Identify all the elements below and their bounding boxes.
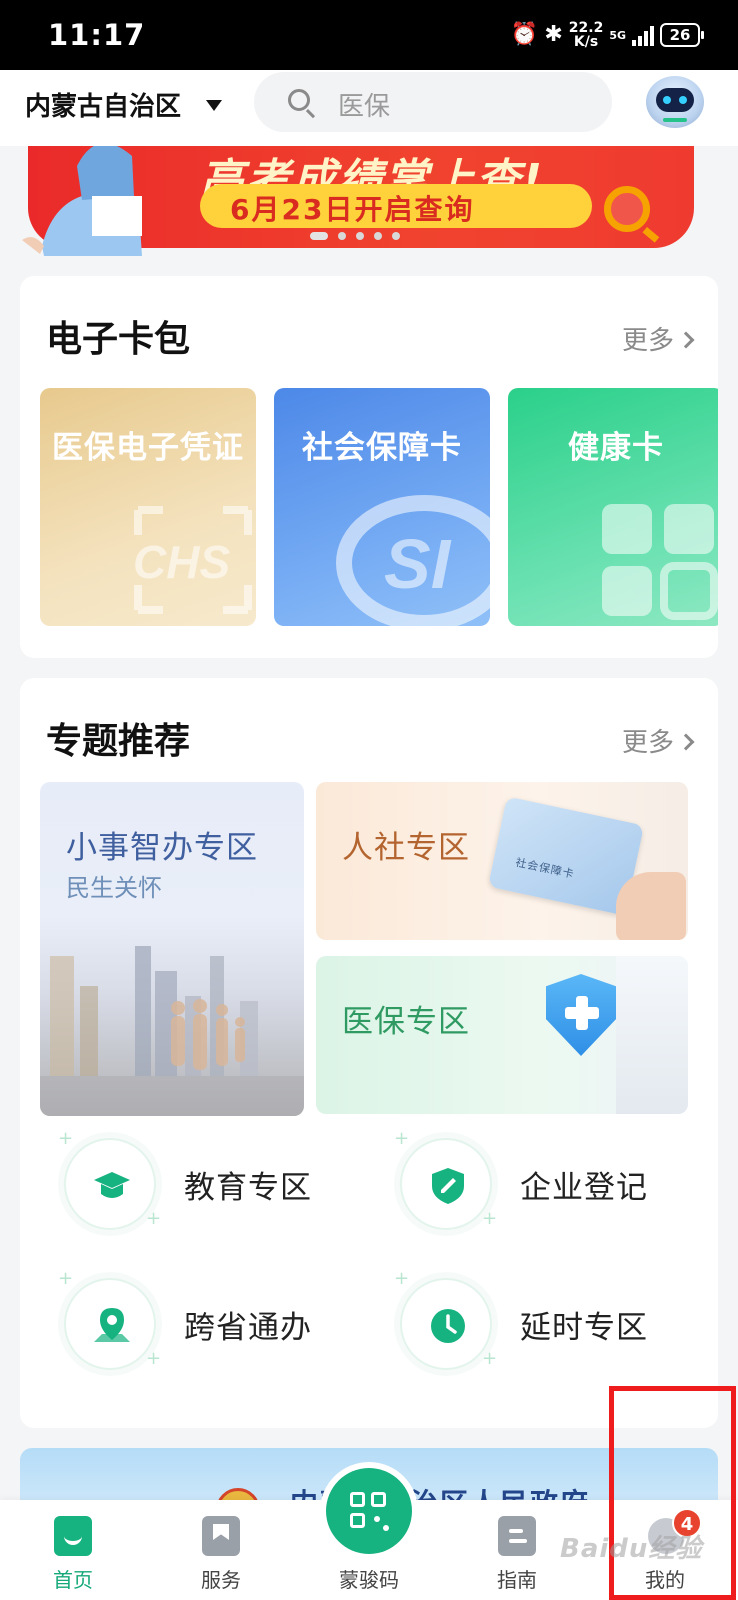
sparkle-icon: + <box>482 1348 498 1369</box>
annotation-highlight-box <box>609 1386 736 1600</box>
battery-icon: 26 <box>660 23 704 47</box>
watermark: Baidu经验 <box>560 1534 703 1564</box>
more-link[interactable]: 更多 <box>621 320 695 357</box>
section-title: 专题推荐 <box>46 721 191 762</box>
nav-home[interactable]: 首页 <box>18 1500 128 1600</box>
card-label: 医保电子凭证 <box>52 430 244 466</box>
nav-guide[interactable]: 指南 <box>462 1500 572 1600</box>
status-time: 11:17 <box>48 18 146 52</box>
bluetooth-icon: ✱ <box>544 22 563 47</box>
status-icons: ⏰ ✱ 22.2 K/s 5G 26 <box>510 20 704 50</box>
tile-smart-affairs[interactable]: 小事智办专区 民生关怀 <box>40 782 304 1116</box>
chevron-right-icon <box>677 733 695 751</box>
quick-label: 教育专区 <box>184 1170 312 1206</box>
banner-pagination <box>310 232 400 240</box>
more-label: 更多 <box>621 326 674 356</box>
svg-text:CHS: CHS <box>133 536 230 588</box>
medical-insurance-card[interactable]: 医保电子凭证 CHS <box>40 388 256 626</box>
quick-label: 延时专区 <box>520 1310 648 1346</box>
map-pin-icon <box>64 1278 156 1370</box>
alarm-icon: ⏰ <box>510 22 539 47</box>
sparkle-icon: + <box>394 1128 410 1149</box>
svg-text:SI: SI <box>384 525 452 603</box>
nav-label: 指南 <box>497 1568 537 1592</box>
quick-extended-hours[interactable]: + + 延时专区 <box>394 1268 680 1378</box>
social-card-text: 社会保障卡 <box>514 855 576 881</box>
quick-label: 企业登记 <box>520 1170 648 1206</box>
net-speed: 22.2 K/s <box>569 21 604 49</box>
card-label: 健康卡 <box>568 430 664 466</box>
sparkle-icon: + <box>394 1268 410 1289</box>
grid-icon <box>602 504 718 620</box>
cross-horizontal <box>565 1007 599 1019</box>
robot-base <box>663 118 687 122</box>
sparkle-icon: + <box>146 1208 162 1229</box>
student-illustration <box>22 146 142 256</box>
tile-hr-social[interactable]: 社会保障卡 人社专区 <box>316 782 688 940</box>
section-title: 电子卡包 <box>46 319 191 360</box>
sparkle-icon: + <box>58 1128 74 1149</box>
sparkle-icon: + <box>146 1348 162 1369</box>
nav-label: 首页 <box>53 1568 93 1592</box>
status-bar: 11:17 ⏰ ✱ 22.2 K/s 5G 26 <box>0 0 738 70</box>
quick-enterprise-registration[interactable]: + + 企业登记 <box>394 1128 680 1238</box>
hand-illustration <box>616 872 686 940</box>
social-security-card[interactable]: 社会保障卡 SI <box>274 388 490 626</box>
city-family-illustration <box>40 946 304 1116</box>
bookmark-icon <box>202 1516 240 1556</box>
robot-face <box>656 88 694 112</box>
sparkle-icon: + <box>58 1268 74 1289</box>
network-type: 5G <box>609 28 626 42</box>
quick-cross-province[interactable]: + + 跨省通办 <box>58 1268 344 1378</box>
graduation-cap-icon <box>64 1138 156 1230</box>
more-link[interactable]: 更多 <box>621 722 695 759</box>
top-header: 内蒙古自治区 医保 <box>0 70 738 146</box>
chevron-right-icon <box>677 331 695 349</box>
assistant-robot-icon[interactable] <box>646 76 704 128</box>
doctor-illustration <box>616 956 688 1114</box>
tile-title: 小事智办专区 <box>66 830 258 866</box>
sparkle-icon: + <box>482 1208 498 1229</box>
card-label: 社会保障卡 <box>302 430 462 466</box>
tile-medical-insurance[interactable]: 医保专区 <box>316 956 688 1114</box>
pagination-dot[interactable] <box>374 232 382 240</box>
card-wallet-section: 电子卡包 更多 医保电子凭证 CHS 社会保障卡 SI 健康卡 <box>20 276 718 658</box>
quick-education[interactable]: + + 教育专区 <box>58 1128 344 1238</box>
net-speed-unit: K/s <box>573 34 599 50</box>
clock-icon <box>400 1278 492 1370</box>
pagination-dot[interactable] <box>392 232 400 240</box>
magnifier-icon <box>604 186 650 232</box>
nav-mengjun-code[interactable]: 蒙骏码 <box>314 1500 424 1600</box>
pagination-dot[interactable] <box>338 232 346 240</box>
search-icon <box>288 89 310 111</box>
caret-down-icon[interactable] <box>206 100 222 111</box>
region-selector[interactable]: 内蒙古自治区 <box>25 86 181 123</box>
nav-services[interactable]: 服务 <box>166 1500 276 1600</box>
chs-logo-icon: CHS <box>133 506 252 614</box>
tile-title: 医保专区 <box>342 1004 470 1040</box>
search-bar[interactable]: 医保 <box>254 72 612 132</box>
health-card[interactable]: 健康卡 <box>508 388 718 626</box>
signal-icon <box>632 24 654 46</box>
more-label: 更多 <box>621 728 674 758</box>
net-speed-value: 22.2 <box>568 20 604 36</box>
nav-label: 服务 <box>201 1568 241 1592</box>
topics-section: 专题推荐 更多 小事智办专区 民生关怀 社会保障卡 人社专区 医保专区 + + … <box>20 678 718 1428</box>
shield-edit-icon <box>400 1138 492 1230</box>
si-logo-icon: SI <box>336 495 490 626</box>
nav-label: 蒙骏码 <box>339 1568 399 1592</box>
search-placeholder: 医保 <box>338 92 391 122</box>
home-icon <box>54 1516 92 1556</box>
pagination-dot[interactable] <box>310 232 328 240</box>
guide-document-icon <box>498 1516 536 1556</box>
promo-banner[interactable]: 高考成绩掌上查! 6月23日开启查询 <box>0 146 738 256</box>
tile-subtitle: 民生关怀 <box>66 874 162 902</box>
banner-subtitle: 6月23日开启查询 <box>230 193 475 226</box>
tile-title: 人社专区 <box>342 830 470 866</box>
pagination-dot[interactable] <box>356 232 364 240</box>
quick-label: 跨省通办 <box>184 1310 312 1346</box>
